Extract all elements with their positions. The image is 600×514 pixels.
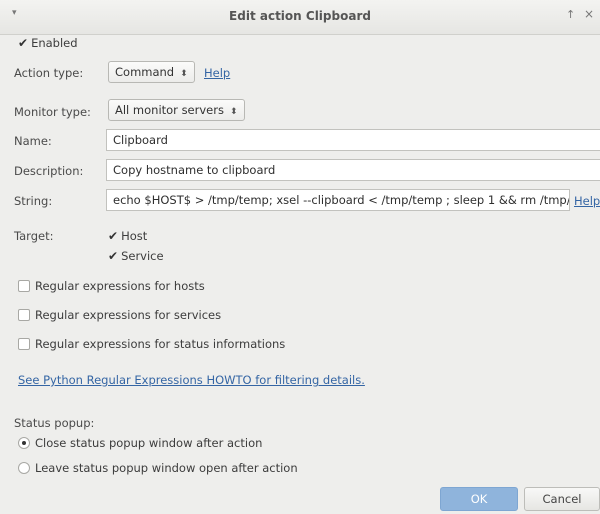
target-label: Target: <box>14 229 54 243</box>
monitor-type-value: All monitor servers <box>115 103 224 117</box>
leave-popup-radio[interactable]: Leave status popup window open after act… <box>18 461 298 475</box>
checkmark-icon: ✔ <box>18 36 29 50</box>
checkbox-box <box>18 280 30 292</box>
string-label: String: <box>14 194 53 208</box>
checkmark-icon: ✔ <box>108 249 119 263</box>
target-host-label: Host <box>121 229 148 243</box>
close-popup-label: Close status popup window after action <box>35 436 263 450</box>
spin-arrows-icon: ⬍ <box>229 107 238 117</box>
regex-howto-link[interactable]: See Python Regular Expressions HOWTO for… <box>18 373 365 387</box>
regex-hosts-label: Regular expressions for hosts <box>35 279 205 293</box>
target-host-checkbox[interactable]: ✔ Host <box>108 229 147 243</box>
ok-button[interactable]: OK <box>440 487 518 511</box>
regex-status-label: Regular expressions for status informati… <box>35 337 286 351</box>
name-input[interactable]: Clipboard <box>106 129 600 151</box>
description-input[interactable]: Copy hostname to clipboard <box>106 159 600 181</box>
enabled-checkbox[interactable]: ✔ Enabled <box>18 36 78 50</box>
pin-icon[interactable]: ↑ <box>566 8 575 21</box>
radio-selected-icon <box>18 437 30 449</box>
name-label: Name: <box>14 134 52 148</box>
status-popup-label: Status popup: <box>14 416 95 430</box>
checkbox-box <box>18 338 30 350</box>
close-icon[interactable]: × <box>584 7 594 21</box>
regex-status-checkbox[interactable]: Regular expressions for status informati… <box>18 337 285 351</box>
window-titlebar: ▾ Edit action Clipboard ↑ × <box>0 0 600 35</box>
spin-arrows-icon: ⬍ <box>180 69 188 79</box>
action-type-help-link[interactable]: Help <box>204 66 230 80</box>
string-input[interactable]: echo $HOST$ > /tmp/temp; xsel --clipboar… <box>106 189 570 211</box>
target-service-checkbox[interactable]: ✔ Service <box>108 249 164 263</box>
target-service-label: Service <box>121 249 164 263</box>
enabled-label: Enabled <box>31 36 78 50</box>
regex-services-label: Regular expressions for services <box>35 308 222 322</box>
action-type-label: Action type: <box>14 66 84 80</box>
checkmark-icon: ✔ <box>108 229 119 243</box>
radio-unselected-icon <box>18 462 30 474</box>
action-type-value: Command <box>115 65 175 79</box>
leave-popup-label: Leave status popup window open after act… <box>35 461 298 475</box>
close-popup-radio[interactable]: Close status popup window after action <box>18 436 262 450</box>
regex-services-checkbox[interactable]: Regular expressions for services <box>18 308 221 322</box>
checkbox-box <box>18 309 30 321</box>
action-type-select[interactable]: Command ⬍ <box>108 61 195 83</box>
monitor-type-label: Monitor type: <box>14 105 91 119</box>
description-label: Description: <box>14 164 84 178</box>
cancel-button[interactable]: Cancel <box>524 487 600 511</box>
monitor-type-select[interactable]: All monitor servers ⬍ <box>108 99 245 121</box>
string-help-link[interactable]: Help <box>574 194 600 208</box>
window-title: Edit action Clipboard <box>229 9 371 23</box>
regex-hosts-checkbox[interactable]: Regular expressions for hosts <box>18 279 205 293</box>
